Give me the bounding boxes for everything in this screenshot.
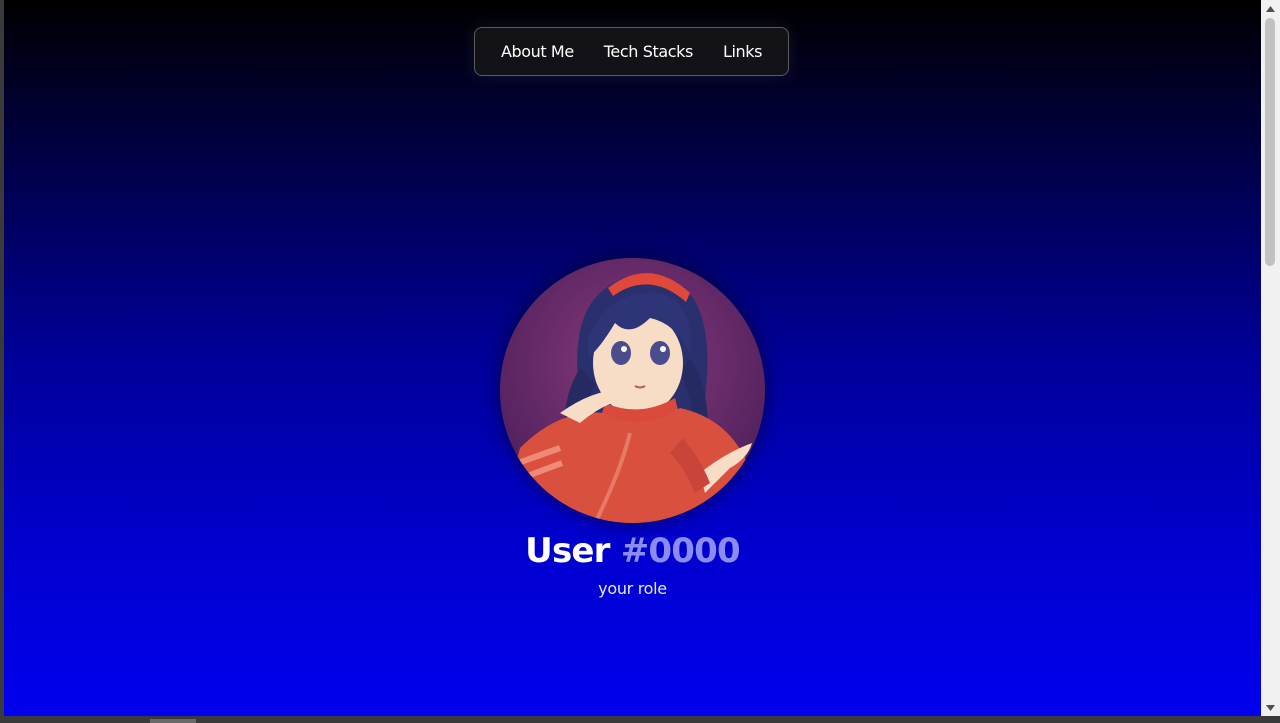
page-viewport: About Me Tech Stacks Links User #0000 yo… xyxy=(4,0,1261,716)
profile-role: your role xyxy=(598,579,667,598)
profile-avatar xyxy=(500,258,765,523)
profile-name-heading: User #0000 xyxy=(4,531,1261,571)
horizontal-scrollbar[interactable] xyxy=(0,716,1280,723)
scrollbar-thumb[interactable] xyxy=(1265,18,1275,266)
horizontal-scrollbar-thumb[interactable] xyxy=(150,719,196,723)
top-navbar: About Me Tech Stacks Links xyxy=(474,27,789,76)
anime-girl-avatar-icon xyxy=(500,258,765,523)
profile-username: User xyxy=(525,531,610,571)
nav-link-links[interactable]: Links xyxy=(723,42,763,61)
nav-link-tech-stacks[interactable]: Tech Stacks xyxy=(604,42,694,61)
profile-tag: #0000 xyxy=(620,531,741,571)
scroll-up-arrow-icon[interactable] xyxy=(1261,0,1280,17)
scroll-down-arrow-icon[interactable] xyxy=(1261,699,1280,716)
nav-link-about-me[interactable]: About Me xyxy=(501,42,574,61)
vertical-scrollbar[interactable] xyxy=(1261,0,1280,716)
